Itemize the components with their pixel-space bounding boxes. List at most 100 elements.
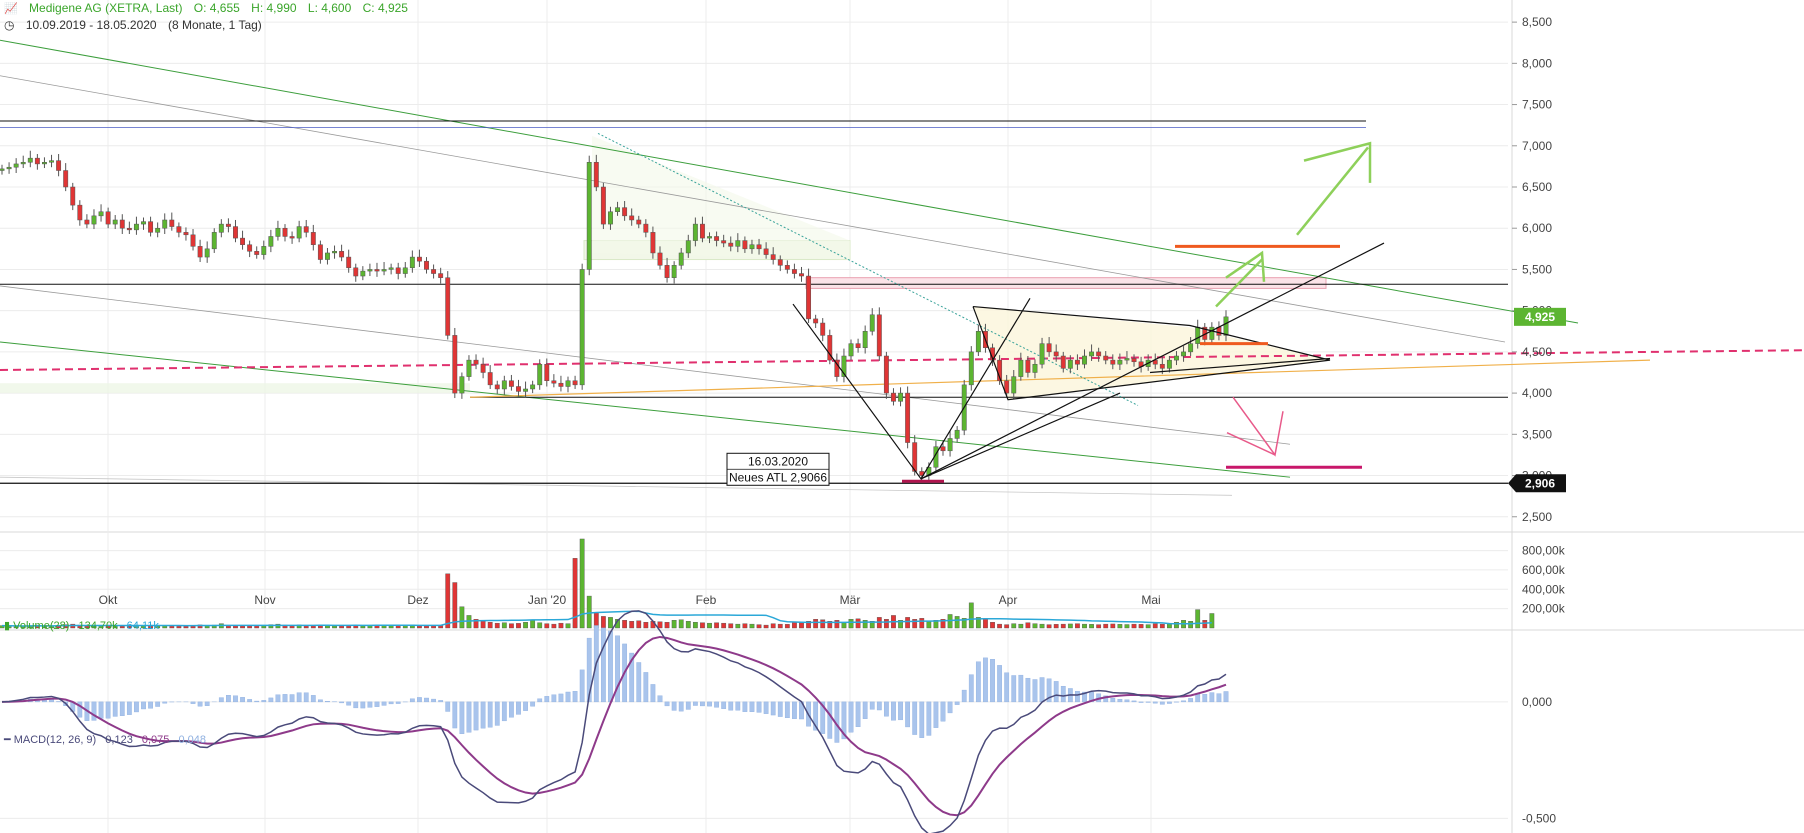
macd-histogram-bar	[346, 701, 352, 706]
y-tick-label: 7,000	[1522, 139, 1552, 153]
instrument-title: Medigene AG (XETRA, Last)	[29, 1, 183, 15]
candle-down	[721, 240, 727, 244]
volume-bar-up	[1145, 624, 1151, 629]
volume-bar-down	[487, 621, 493, 629]
macd-histogram-bar	[261, 700, 267, 703]
volume-bar-down	[240, 625, 245, 629]
candle-up	[1195, 326, 1201, 344]
macd-histogram-bar	[537, 698, 543, 703]
volume-bar-up	[1089, 624, 1094, 629]
volume-bar-down	[799, 622, 804, 629]
candle-up	[707, 236, 712, 239]
macd-histogram-bar	[685, 701, 691, 710]
macd-histogram-bar	[947, 701, 953, 714]
candle-down	[883, 355, 889, 394]
macd-histogram-bar	[770, 701, 776, 716]
volume-bar-down	[770, 623, 776, 629]
macd-histogram-bar	[579, 669, 585, 703]
range-span: (8 Monate, 1 Tag)	[167, 18, 262, 32]
candle-up	[523, 388, 529, 392]
candle-down	[416, 256, 422, 262]
macd-histogram-bar	[226, 695, 231, 703]
candle-down	[855, 343, 861, 349]
macd-histogram-bar	[876, 701, 882, 711]
candle-down	[558, 382, 564, 387]
candle-down	[1159, 363, 1165, 369]
macd-histogram-bar	[565, 691, 571, 703]
macd-histogram-bar	[749, 701, 755, 712]
macd-histogram-bar	[1159, 701, 1165, 705]
candle-down	[225, 223, 231, 227]
macd-histogram-bar	[1152, 701, 1158, 704]
candle-down	[572, 380, 578, 386]
macd-histogram-bar	[1181, 700, 1186, 703]
volume-bar-up	[926, 621, 932, 629]
volume-bar-up	[537, 622, 543, 629]
macd-histogram-bar	[339, 701, 345, 704]
macd-histogram-bar	[218, 697, 224, 703]
candle-up	[0, 168, 5, 171]
macd-histogram-bar	[1018, 674, 1024, 703]
candle-up	[692, 223, 698, 241]
macd-histogram-bar	[990, 659, 995, 703]
volume-bar-up	[459, 606, 465, 629]
macd-histogram-bar	[516, 701, 521, 715]
triangle-fill	[592, 135, 850, 260]
candle-up	[381, 269, 387, 272]
volume-bar-up	[692, 621, 698, 629]
macd-histogram-bar	[600, 627, 606, 703]
candle-up	[530, 384, 536, 390]
macd-histogram-bar	[1039, 677, 1045, 703]
macd-value: 0,123	[105, 734, 133, 746]
macd-histogram-bar	[501, 701, 507, 722]
candle-up	[91, 215, 97, 225]
candle-up	[360, 270, 366, 277]
candle-up	[367, 269, 373, 272]
candle-down	[119, 219, 125, 229]
candle-down	[480, 363, 486, 373]
volume-bar-down	[1138, 624, 1144, 629]
macd-histogram-bar	[452, 701, 458, 729]
candle-up	[501, 380, 507, 390]
macd-histogram-bar	[1131, 700, 1137, 703]
candle-down	[508, 380, 514, 387]
macd-histogram-bar	[134, 701, 139, 713]
volume-bar-up	[586, 595, 592, 629]
candle-up	[325, 252, 330, 260]
volume-bar-down	[742, 623, 748, 629]
date-range: 10.09.2019 - 18.05.2020	[25, 18, 157, 32]
candle-down	[699, 223, 705, 239]
candle-down	[1131, 358, 1137, 363]
volume-bar-down	[721, 622, 727, 629]
candle-down	[1053, 351, 1059, 357]
macd-histogram-bar	[1216, 693, 1222, 703]
macd-histogram-bar	[105, 701, 111, 719]
macd-histogram-bar	[268, 697, 274, 703]
candle-up	[898, 392, 903, 402]
candle-down	[905, 392, 911, 443]
candle-up	[678, 252, 684, 266]
candle-up	[211, 232, 217, 250]
volume-bar-up	[1209, 613, 1215, 629]
candle-down	[303, 226, 309, 233]
volume-value: 134,70k	[78, 620, 118, 632]
volume-bar-down	[509, 623, 514, 629]
y-tick-label: 6,500	[1522, 180, 1552, 194]
macd-histogram-bar	[869, 701, 875, 710]
volume-bar-down	[905, 617, 911, 629]
macd-histogram-bar	[367, 701, 373, 708]
candle-down	[516, 386, 521, 392]
y-tick-label: 5,500	[1522, 262, 1552, 276]
macd-histogram-bar	[1075, 691, 1080, 703]
macd-histogram-bar	[473, 701, 479, 731]
volume-bar-down	[1152, 623, 1158, 629]
volume-bar-up	[735, 623, 741, 629]
annotation-date: 16.03.2020	[748, 454, 808, 468]
macd-histogram-bar	[1025, 677, 1031, 703]
macd-histogram-bar	[608, 630, 613, 703]
macd-histogram-bar	[714, 701, 719, 708]
candle-down	[1074, 359, 1080, 365]
volume-tick-label: 400,00k	[1522, 582, 1566, 596]
candle-up	[1181, 351, 1186, 357]
macd-histogram-bar	[657, 695, 663, 703]
